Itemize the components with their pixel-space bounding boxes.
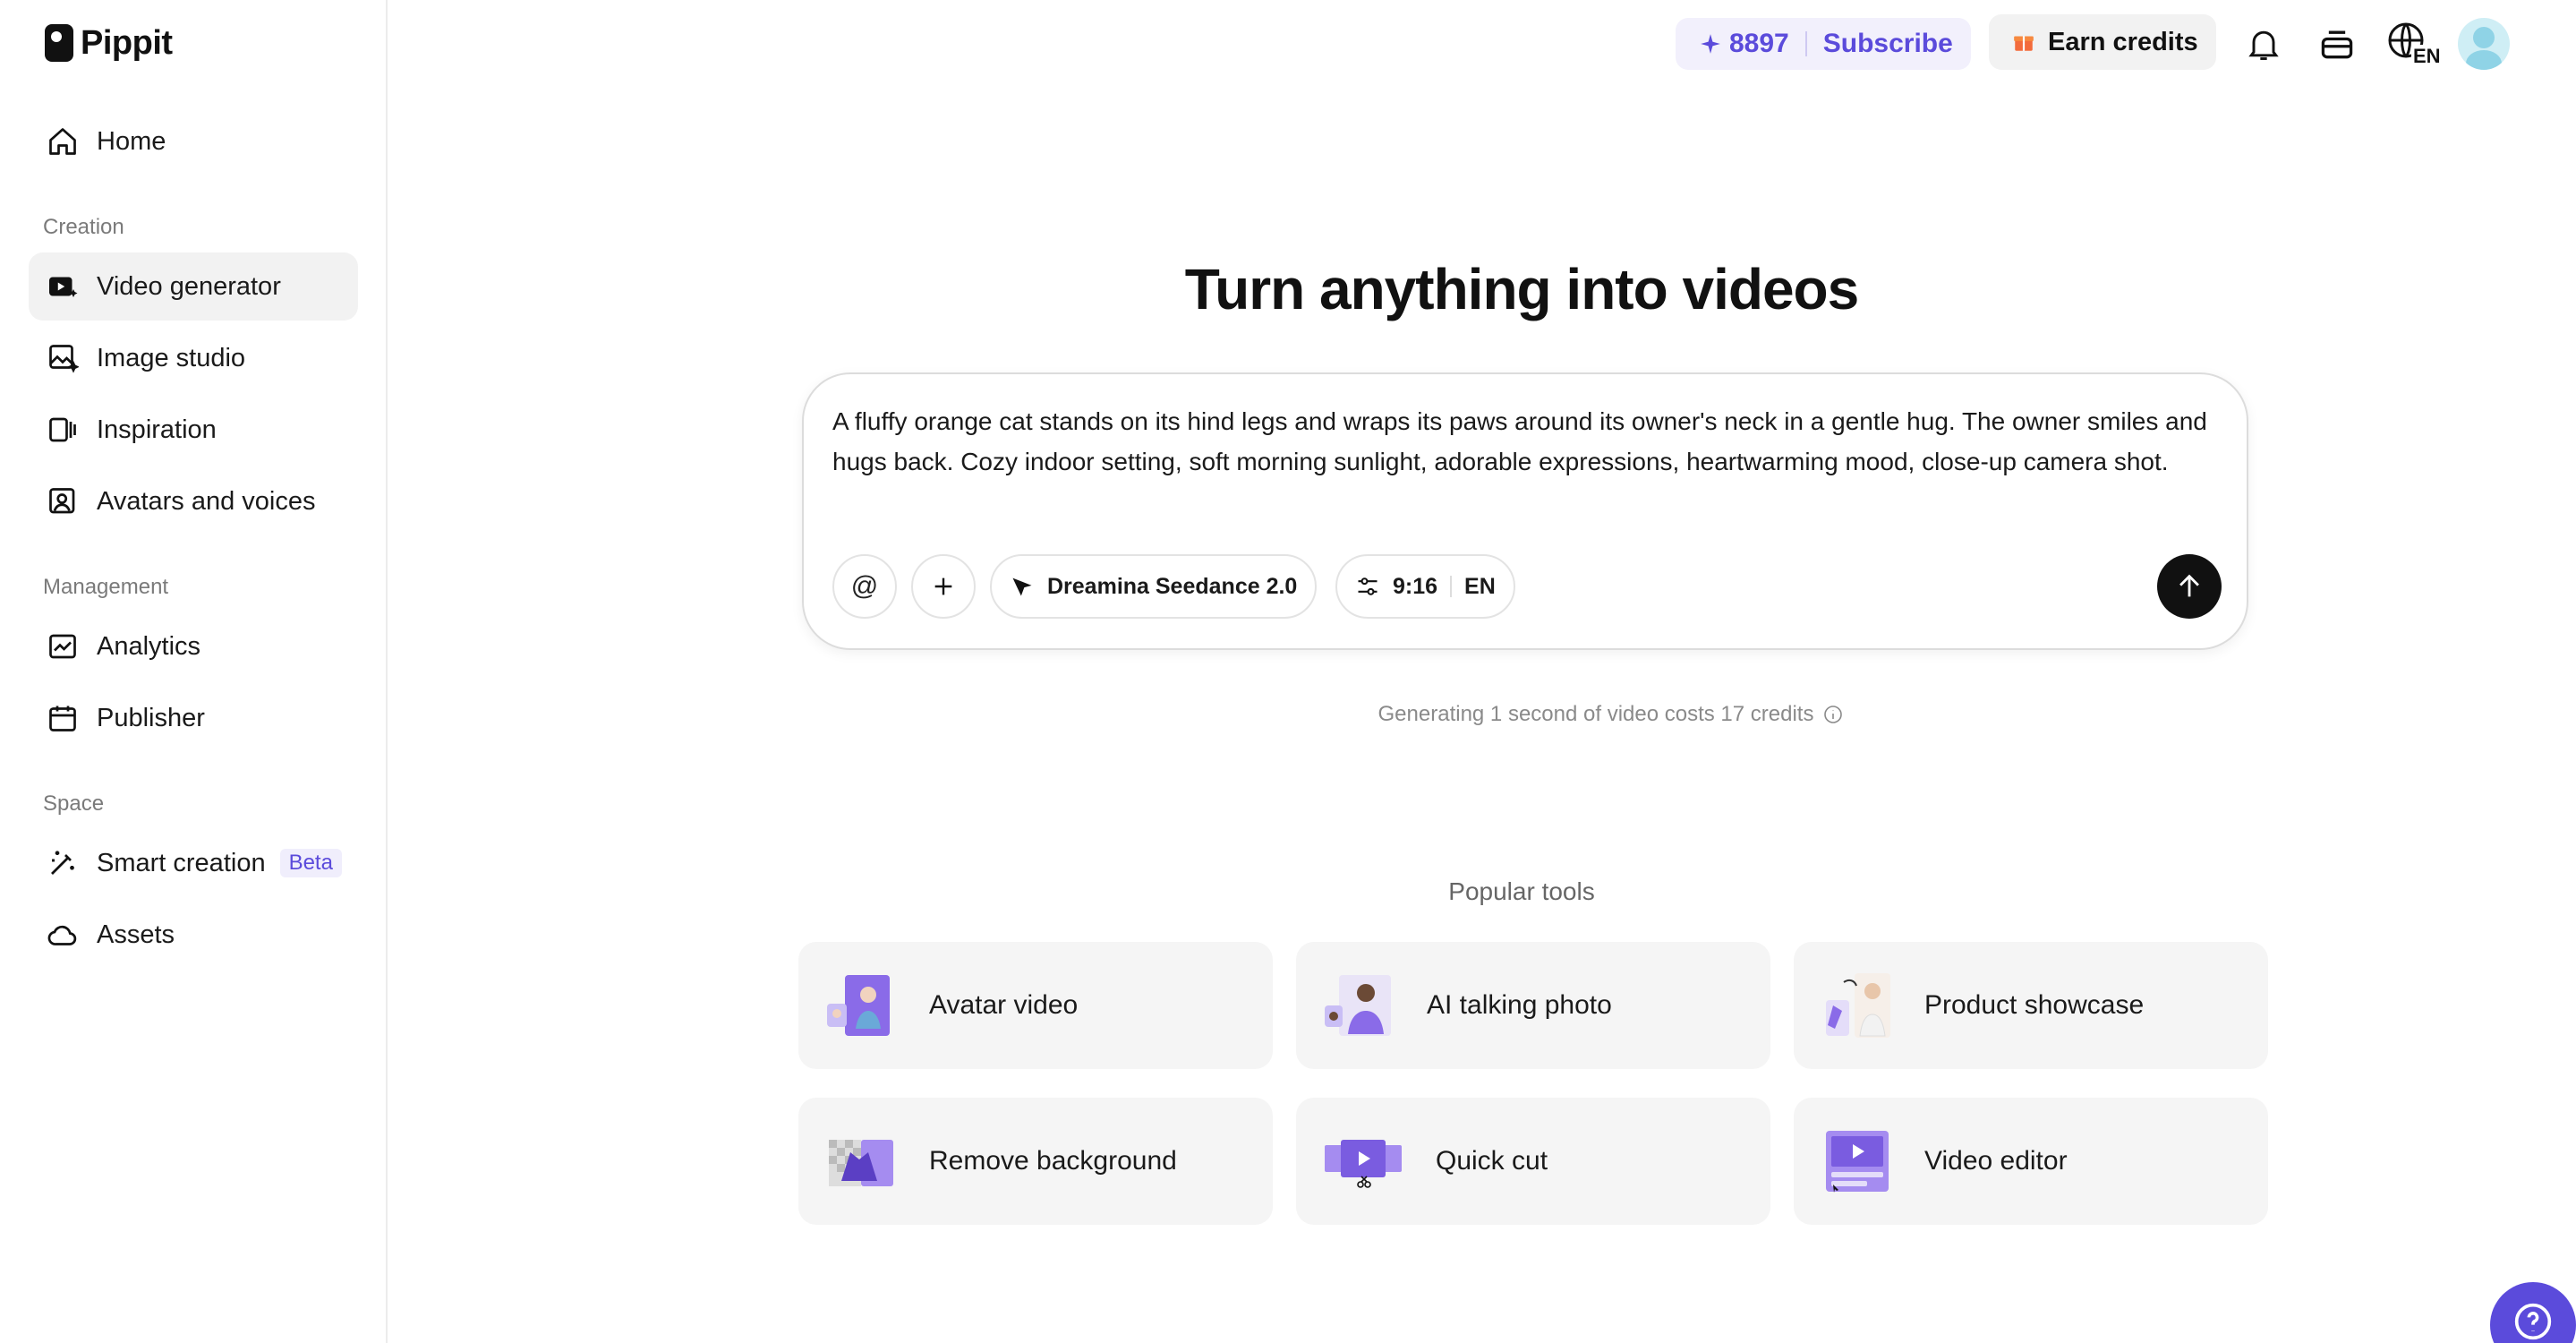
sidebar-item-home[interactable]: Home (29, 107, 358, 175)
sliders-icon (1358, 577, 1378, 595)
cost-note-text: Generating 1 second of video costs 17 cr… (1378, 702, 1814, 726)
cost-note: Generating 1 second of video costs 17 cr… (1164, 702, 2059, 727)
talking-photo-thumbnail-icon (1323, 970, 1395, 1041)
help-button[interactable] (2490, 1282, 2576, 1343)
tool-ai-talking-photo[interactable]: AI talking photo (1296, 942, 1770, 1069)
divider (1450, 576, 1453, 597)
pippit-logo[interactable]: Pippit (45, 21, 173, 64)
earn-credits-button[interactable]: Earn credits (1989, 14, 2216, 70)
prompt-input[interactable]: A fluffy orange cat stands on its hind l… (832, 401, 2229, 482)
logo-text: Pippit (81, 23, 173, 62)
divider (1804, 31, 1807, 56)
sidebar-item-label: Home (97, 126, 166, 156)
section-title-management: Management (43, 575, 169, 599)
settings-selector[interactable]: 9:16 EN (1335, 554, 1515, 619)
sparkle-icon (1701, 34, 1720, 54)
tool-video-editor[interactable]: Video editor (1794, 1098, 2268, 1225)
inspiration-icon (45, 412, 81, 448)
cloud-icon (45, 917, 81, 953)
sidebar-item-smart-creation[interactable]: Smart creation Beta (29, 829, 358, 897)
sidebar-item-label: Video generator (97, 271, 281, 301)
info-icon[interactable] (1822, 704, 1844, 725)
avatar-voice-icon (45, 483, 81, 519)
section-title-space: Space (43, 791, 105, 816)
tool-avatar-video[interactable]: Avatar video (798, 942, 1273, 1069)
page-title: Turn anything into videos (1184, 257, 1859, 321)
aspect-ratio-label: 9:16 (1393, 573, 1438, 599)
tool-label: Video editor (1924, 1146, 2068, 1176)
quick-cut-thumbnail-icon (1323, 1125, 1403, 1197)
arrow-up-icon (2179, 574, 2199, 597)
language-label: EN (2411, 45, 2443, 68)
subscribe-button[interactable]: Subscribe (1823, 29, 1953, 59)
dreamina-model-icon (1012, 577, 1032, 596)
tool-label: Avatar video (929, 990, 1079, 1020)
magic-wand-icon (45, 845, 81, 881)
sidebar-item-label: Publisher (97, 703, 205, 732)
sidebar-item-inspiration[interactable]: Inspiration (29, 396, 358, 464)
prompt-language-label: EN (1464, 573, 1496, 599)
model-selector[interactable]: Dreamina Seedance 2.0 (990, 554, 1318, 619)
sidebar-item-assets[interactable]: Assets (29, 901, 358, 969)
help-icon (2514, 1303, 2552, 1340)
mention-button[interactable]: @ (832, 554, 897, 619)
video-generator-icon (45, 269, 81, 304)
add-button[interactable] (911, 554, 976, 619)
send-button[interactable] (2157, 554, 2222, 619)
stack-icon[interactable] (2315, 21, 2359, 66)
sidebar-item-label: Assets (97, 920, 175, 949)
tool-label: Remove background (929, 1146, 1177, 1176)
tool-quick-cut[interactable]: Quick cut (1296, 1098, 1770, 1225)
tool-label: AI talking photo (1427, 990, 1612, 1020)
sidebar-item-label: Analytics (97, 631, 201, 661)
sidebar-item-label: Avatars and voices (97, 486, 316, 516)
tool-label: Quick cut (1436, 1146, 1548, 1176)
language-globe-icon[interactable]: EN (2386, 21, 2444, 68)
prompt-box: A fluffy orange cat stands on its hind l… (802, 372, 2248, 650)
sidebar-item-label: Inspiration (97, 415, 217, 444)
earn-credits-label: Earn credits (2048, 27, 2198, 56)
product-showcase-thumbnail-icon (1821, 970, 1892, 1041)
avatar-video-thumbnail-icon (825, 970, 897, 1041)
plus-icon (934, 577, 952, 595)
analytics-icon (45, 629, 81, 664)
credits-subscribe-pill[interactable]: 8897 Subscribe (1676, 18, 1971, 70)
notification-bell-icon[interactable] (2241, 21, 2286, 66)
home-icon (45, 124, 81, 159)
sidebar: Pippit Home Creation Video generator Ima… (0, 0, 388, 1343)
calendar-icon (45, 700, 81, 736)
logo-icon (45, 24, 73, 62)
section-title-creation: Creation (43, 215, 124, 239)
sidebar-item-label: Image studio (97, 343, 246, 372)
sidebar-item-label: Smart creation (97, 848, 266, 877)
beta-badge: Beta (279, 849, 342, 877)
remove-background-thumbnail-icon (825, 1125, 897, 1197)
sidebar-item-image-studio[interactable]: Image studio (29, 324, 358, 392)
credits-count: 8897 (1729, 29, 1789, 58)
popular-tools-label: Popular tools (1448, 877, 1595, 905)
tool-remove-background[interactable]: Remove background (798, 1098, 1273, 1225)
model-label: Dreamina Seedance 2.0 (1047, 573, 1298, 599)
sidebar-item-video-generator[interactable]: Video generator (29, 252, 358, 321)
gift-icon (2014, 36, 2034, 51)
sidebar-item-analytics[interactable]: Analytics (29, 612, 358, 680)
video-editor-thumbnail-icon (1821, 1125, 1892, 1197)
sidebar-item-publisher[interactable]: Publisher (29, 684, 358, 752)
tool-label: Product showcase (1924, 990, 2145, 1020)
user-avatar[interactable] (2458, 18, 2510, 70)
tool-product-showcase[interactable]: Product showcase (1794, 942, 2268, 1069)
sidebar-item-avatars-and-voices[interactable]: Avatars and voices (29, 467, 358, 535)
image-studio-icon (45, 340, 81, 376)
